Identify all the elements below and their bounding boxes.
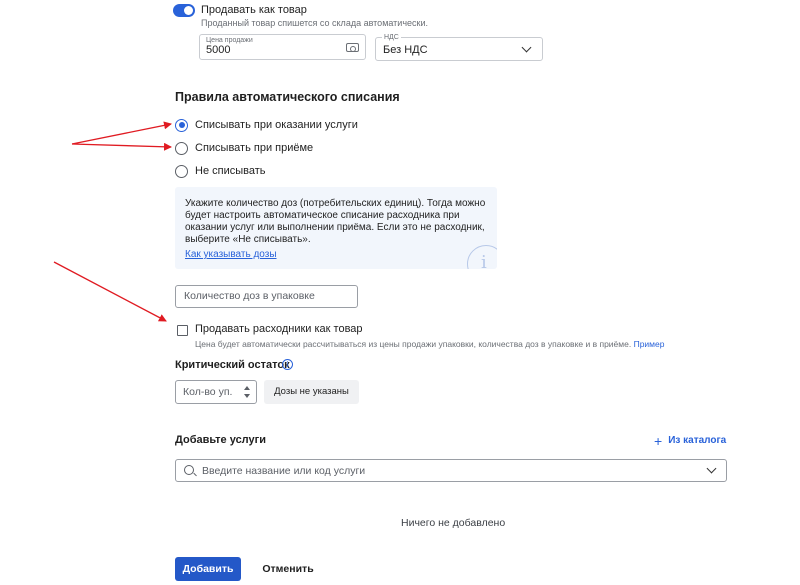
vat-select[interactable]: НДС Без НДС <box>375 34 543 61</box>
hint-text: Цена будет автоматически рассчитываться … <box>195 339 632 349</box>
radio-writeoff-on-service[interactable]: Списывать при оказании услуги <box>175 118 358 132</box>
annotation-arrow <box>71 121 172 145</box>
radio-button[interactable] <box>175 118 188 132</box>
sell-consumables-label: Продавать расходники как товар <box>195 323 363 335</box>
example-link[interactable]: Пример <box>634 339 665 349</box>
sale-price-field[interactable]: Цена продажи 5000 <box>199 34 366 60</box>
qty-placeholder: Кол-во уп. <box>183 386 233 398</box>
radio-no-writeoff[interactable]: Не списывать <box>175 164 266 178</box>
sale-price-value: 5000 <box>206 44 231 56</box>
toggle-knob <box>184 6 193 15</box>
radio-writeoff-on-appointment[interactable]: Списывать при приёме <box>175 141 313 155</box>
radio-button[interactable] <box>175 141 188 155</box>
vat-label: НДС <box>382 34 401 41</box>
how-to-specify-doses-link[interactable]: Как указывать дозы <box>185 249 277 260</box>
radio-label: Списывать при оказании услуги <box>195 119 358 131</box>
sell-consumables-hint: Цена будет автоматически рассчитываться … <box>195 339 664 349</box>
annotation-arrow <box>71 142 172 151</box>
from-catalog-link[interactable]: + Из каталога <box>654 432 727 449</box>
critical-qty-stepper[interactable]: Кол-во уп. <box>175 380 257 404</box>
service-search-select[interactable]: Введите название или код услуги <box>175 459 727 482</box>
sell-as-product-label: Продавать как товар <box>201 4 307 16</box>
sell-consumables-checkbox[interactable] <box>177 325 188 336</box>
cancel-button[interactable]: Отменить <box>256 557 320 581</box>
doses-info-box: Укажите количество доз (потребительских … <box>175 187 497 269</box>
plus-icon: + <box>654 432 663 449</box>
writeoff-rules-title: Правила автоматического списания <box>175 90 400 104</box>
add-button[interactable]: Добавить <box>175 557 241 581</box>
service-search-placeholder: Введите название или код услуги <box>202 465 366 477</box>
empty-services-text: Ничего не добавлено <box>401 517 506 529</box>
search-icon <box>184 465 194 475</box>
chevron-down-icon <box>521 42 532 53</box>
annotation-arrow <box>53 261 167 322</box>
doses-not-specified-badge: Дозы не указаны <box>264 380 359 404</box>
from-catalog-label: Из каталога <box>668 435 727 446</box>
info-icon: i <box>467 245 497 269</box>
info-icon[interactable]: i <box>282 359 293 370</box>
critical-stock-title: Критический остаток <box>175 359 290 371</box>
sale-price-label: Цена продажи <box>206 37 253 44</box>
sell-as-product-hint: Проданный товар спишется со склада автом… <box>201 18 428 28</box>
doses-info-text: Укажите количество доз (потребительских … <box>185 198 486 245</box>
radio-label: Списывать при приёме <box>195 142 314 154</box>
sell-as-product-toggle[interactable] <box>173 4 195 17</box>
chevron-down-icon <box>706 463 717 474</box>
vat-value: Без НДС <box>383 44 428 56</box>
radio-button[interactable] <box>175 164 188 178</box>
stepper-arrows-icon[interactable] <box>244 386 251 398</box>
add-services-title: Добавьте услуги <box>175 434 266 446</box>
doses-per-package-input[interactable]: Количество доз в упаковке <box>175 285 358 308</box>
annotation-arrows <box>53 121 172 322</box>
cash-icon <box>346 43 359 52</box>
radio-label: Не списывать <box>195 165 266 177</box>
